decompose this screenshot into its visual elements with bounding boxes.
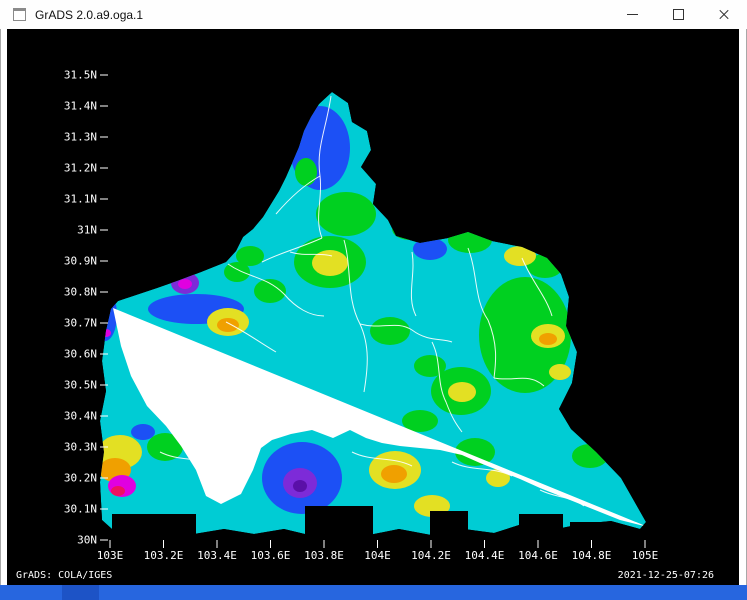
y-axis-label: 30.9N xyxy=(64,255,97,268)
contour-blob xyxy=(539,333,557,345)
grads-window: GrADS 2.0.a9.oga.1 xyxy=(0,0,747,600)
contour-blob xyxy=(293,480,307,492)
y-axis-label: 30.1N xyxy=(64,503,97,516)
y-axis-label: 30N xyxy=(77,534,97,547)
x-axis-label: 103.2E xyxy=(144,549,184,562)
contour-blob xyxy=(131,424,155,440)
x-axis-label: 104E xyxy=(364,549,391,562)
x-axis-label: 103.4E xyxy=(197,549,237,562)
contour-blob xyxy=(549,364,571,380)
plot-svg: 31.5N 31.4N 31.3N 31.2N 31.1N 31N 30.9N … xyxy=(7,29,739,585)
y-axis-label: 31.4N xyxy=(64,100,97,113)
title-bar: GrADS 2.0.a9.oga.1 xyxy=(0,0,747,29)
y-axis-label: 31.1N xyxy=(64,193,97,206)
maximize-button[interactable] xyxy=(655,0,701,29)
y-axis-label: 30.5N xyxy=(64,379,97,392)
grads-credit-text: GrADS: COLA/IGES xyxy=(16,570,112,581)
x-axis-label: 105E xyxy=(632,549,659,562)
maximize-icon xyxy=(673,9,684,20)
x-axis-label: 104.2E xyxy=(411,549,451,562)
contour-blob xyxy=(370,317,410,345)
grads-canvas: 31.5N 31.4N 31.3N 31.2N 31.1N 31N 30.9N … xyxy=(7,29,739,585)
contour-blob xyxy=(111,486,125,496)
y-axis-label: 30.7N xyxy=(64,317,97,330)
y-axis-label: 31N xyxy=(77,224,97,237)
x-axis-label: 103.6E xyxy=(251,549,291,562)
y-axis-label: 30.8N xyxy=(64,286,97,299)
minimize-icon xyxy=(627,14,638,15)
contour-blob xyxy=(448,382,476,402)
close-icon xyxy=(718,9,730,21)
x-axis-label: 103.8E xyxy=(304,549,344,562)
x-axis-label: 104.8E xyxy=(572,549,612,562)
contour-blob xyxy=(178,279,192,289)
close-button[interactable] xyxy=(701,0,747,29)
below-scale-bar xyxy=(112,514,196,540)
contour-blob xyxy=(414,355,446,377)
contour-blob xyxy=(224,262,250,282)
y-axis-label: 30.4N xyxy=(64,410,97,423)
timestamp-text: 2021-12-25-07:26 xyxy=(618,570,714,581)
contour-blob xyxy=(217,318,239,332)
below-scale-bar xyxy=(570,522,604,540)
y-axis-label: 31.5N xyxy=(64,69,97,82)
contour-blob xyxy=(381,465,407,483)
y-axis-label: 30.3N xyxy=(64,441,97,454)
minimize-button[interactable] xyxy=(609,0,655,29)
below-scale-bar xyxy=(519,514,563,540)
y-axis-label: 31.3N xyxy=(64,131,97,144)
x-axis-label: 104.6E xyxy=(518,549,558,562)
below-scale-bar xyxy=(430,511,468,540)
contour-blob xyxy=(295,158,317,186)
app-icon xyxy=(13,8,26,21)
below-scale-bar xyxy=(305,506,373,540)
taskbar[interactable] xyxy=(0,585,747,600)
window-title: GrADS 2.0.a9.oga.1 xyxy=(35,8,143,22)
y-axis-label: 30.2N xyxy=(64,472,97,485)
contour-blob xyxy=(316,192,376,236)
y-axis-label: 30.6N xyxy=(64,348,97,361)
x-axis-label: 104.4E xyxy=(465,549,505,562)
x-axis-label: 103E xyxy=(97,549,124,562)
window-controls xyxy=(609,0,747,29)
taskbar-app-button[interactable] xyxy=(62,585,99,600)
y-axis-label: 31.2N xyxy=(64,162,97,175)
